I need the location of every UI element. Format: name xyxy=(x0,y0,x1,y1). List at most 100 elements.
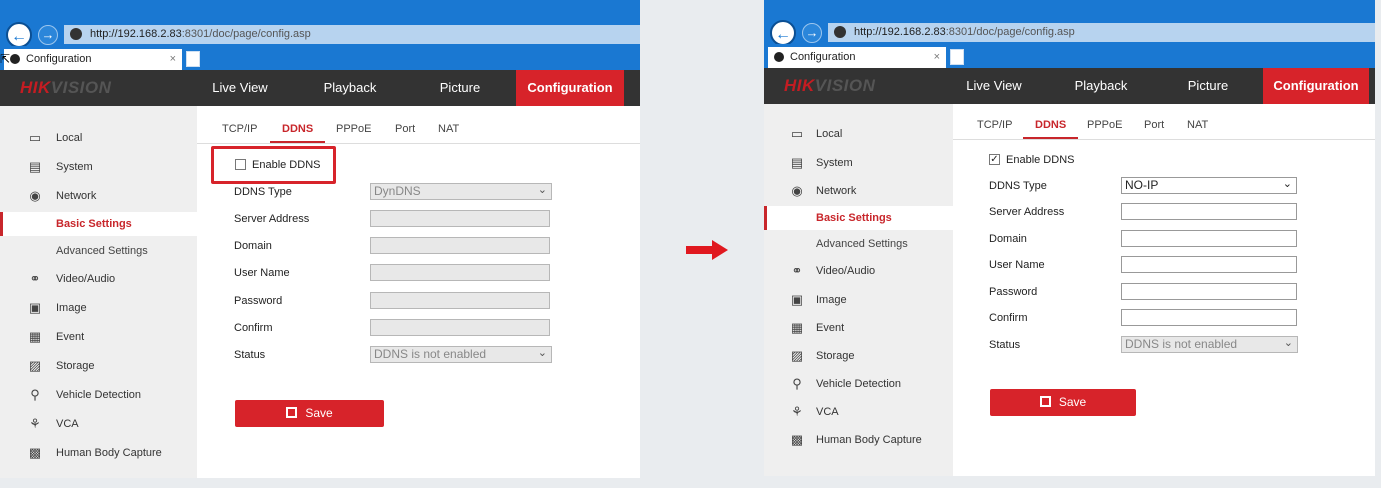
user-name-row: User Name xyxy=(197,264,640,284)
tab-close-icon[interactable]: × xyxy=(934,47,940,68)
ddns-type-select[interactable]: DynDNS ⌄ xyxy=(370,183,552,200)
url-field[interactable]: http://192.168.2.83:8301/doc/page/config… xyxy=(828,23,1375,42)
tab-close-icon[interactable]: × xyxy=(170,49,176,70)
sidebar-item-basic-settings[interactable]: Basic Settings xyxy=(764,206,953,230)
menu-configuration[interactable]: Configuration xyxy=(1263,68,1369,104)
menu-live-view[interactable]: Live View xyxy=(200,70,280,106)
save-button[interactable]: Save xyxy=(990,389,1136,416)
sidebar-item-advanced-settings[interactable]: Advanced Settings xyxy=(0,239,197,263)
domain-label: Domain xyxy=(234,240,272,252)
new-tab-icon[interactable] xyxy=(950,49,964,65)
password-row: Password xyxy=(953,283,1375,303)
app-header: HIKVISION Live View Playback Picture Con… xyxy=(764,68,1375,104)
domain-label: Domain xyxy=(989,233,1027,245)
status-label: Status xyxy=(234,349,266,361)
menu-playback[interactable]: Playback xyxy=(310,70,390,106)
password-input[interactable] xyxy=(370,292,550,309)
sidebar-item-network[interactable]: ◉ Network xyxy=(0,184,197,208)
confirm-row: Confirm xyxy=(197,319,640,339)
sidebar-item-vehicle-detection[interactable]: ⚲ Vehicle Detection xyxy=(764,372,953,396)
sidebar-item-system[interactable]: ▤ System xyxy=(764,151,953,175)
sidebar-item-vca[interactable]: ⚘ VCA xyxy=(764,400,953,424)
url-host: http://192.168.2.83 xyxy=(90,28,182,40)
status-select[interactable]: DDNS is not enabled ⌄ xyxy=(370,346,552,363)
enable-ddns-label: Enable DDNS xyxy=(1006,154,1075,166)
sidebar-item-image[interactable]: ▣ Image xyxy=(0,296,197,320)
menu-picture[interactable]: Picture xyxy=(1168,68,1248,104)
sidebar-item-human-body-capture[interactable]: ▩ Human Body Capture xyxy=(0,441,197,465)
menu-playback[interactable]: Playback xyxy=(1061,68,1141,104)
sidebar-item-storage[interactable]: ▨ Storage xyxy=(0,354,197,378)
server-address-label: Server Address xyxy=(989,206,1065,218)
forward-arrow-icon[interactable]: → xyxy=(38,25,58,45)
menu-picture[interactable]: Picture xyxy=(420,70,500,106)
server-address-row: Server Address xyxy=(953,203,1375,223)
tab-nat[interactable]: NAT xyxy=(1187,119,1208,131)
tab-pppoe[interactable]: PPPoE xyxy=(336,123,371,135)
status-row: Status DDNS is not enabled ⌄ xyxy=(197,346,640,366)
sidebar-item-system[interactable]: ▤ System xyxy=(0,155,197,179)
url-path: :8301/doc/page/config.asp xyxy=(181,28,311,40)
back-arrow-icon[interactable]: ← xyxy=(6,22,32,48)
sidebar-item-basic-settings[interactable]: Basic Settings xyxy=(0,212,197,236)
browser-address-bar: ← → http://192.168.2.83:8301/doc/page/co… xyxy=(0,22,640,48)
config-content: TCP/IP DDNS PPPoE Port NAT Enable DDNS D… xyxy=(197,106,640,478)
tab-ddns[interactable]: DDNS xyxy=(269,123,326,143)
confirm-input[interactable] xyxy=(1121,309,1297,326)
domain-input[interactable] xyxy=(1121,230,1297,247)
password-input[interactable] xyxy=(1121,283,1297,300)
sidebar-item-local[interactable]: ▭ Local xyxy=(764,122,953,146)
tab-tcp-ip[interactable]: TCP/IP xyxy=(977,119,1012,131)
sidebar-item-image[interactable]: ▣ Image xyxy=(764,288,953,312)
sidebar-item-vca[interactable]: ⚘ VCA xyxy=(0,412,197,436)
sidebar-item-video-audio[interactable]: ⚭ Video/Audio xyxy=(0,267,197,291)
domain-input[interactable] xyxy=(370,237,550,254)
tab-nat[interactable]: NAT xyxy=(438,123,459,135)
user-name-input[interactable] xyxy=(370,264,550,281)
save-button[interactable]: Save xyxy=(235,400,384,427)
new-tab-icon[interactable] xyxy=(186,51,200,67)
tab-port[interactable]: Port xyxy=(1144,119,1164,131)
sidebar-item-video-audio[interactable]: ⚭ Video/Audio xyxy=(764,259,953,283)
url-field[interactable]: http://192.168.2.83:8301/doc/page/config… xyxy=(64,25,640,44)
enable-ddns-checkbox[interactable] xyxy=(235,158,246,170)
browser-tab[interactable]: Configuration × xyxy=(768,47,946,68)
menu-configuration[interactable]: Configuration xyxy=(516,70,624,106)
tab-ddns[interactable]: DDNS xyxy=(1022,119,1079,139)
screenshot-after: ← → http://192.168.2.83:8301/doc/page/co… xyxy=(764,0,1375,476)
sidebar-item-local[interactable]: ▭ Local xyxy=(0,126,197,150)
image-icon: ▣ xyxy=(28,300,42,315)
user-name-input[interactable] xyxy=(1121,256,1297,273)
tab-title: Configuration xyxy=(790,51,856,63)
tab-pppoe[interactable]: PPPoE xyxy=(1087,119,1122,131)
server-address-input[interactable] xyxy=(1121,203,1297,220)
ddns-type-select[interactable]: NO-IP ⌄ xyxy=(1121,177,1297,194)
chevron-down-icon: ⌄ xyxy=(537,347,547,359)
sidebar-item-event[interactable]: ▦ Event xyxy=(0,325,197,349)
enable-ddns-checkbox[interactable]: ✓ xyxy=(989,153,1000,165)
sidebar-item-advanced-settings[interactable]: Advanced Settings xyxy=(764,232,953,256)
server-address-row: Server Address xyxy=(197,210,640,230)
forward-arrow-icon[interactable]: → xyxy=(802,23,822,43)
tab-favicon-icon xyxy=(774,52,784,62)
system-window-icon: ▤ xyxy=(790,155,804,170)
browser-tab[interactable]: Configuration × xyxy=(4,49,182,70)
tab-tcp-ip[interactable]: TCP/IP xyxy=(222,123,257,135)
status-select[interactable]: DDNS is not enabled ⌄ xyxy=(1121,336,1298,353)
password-label: Password xyxy=(234,295,283,307)
enable-ddns-row[interactable]: ✓ Enable DDNS xyxy=(989,150,1074,170)
sidebar-item-event[interactable]: ▦ Event xyxy=(764,316,953,340)
server-address-input[interactable] xyxy=(370,210,550,227)
enable-ddns-row[interactable]: Enable DDNS xyxy=(235,155,320,175)
back-arrow-icon[interactable]: ← xyxy=(770,20,796,46)
tab-port[interactable]: Port xyxy=(395,123,415,135)
sidebar-item-network[interactable]: ◉ Network xyxy=(764,179,953,203)
menu-live-view[interactable]: Live View xyxy=(954,68,1034,104)
confirm-input[interactable] xyxy=(370,319,550,336)
sidebar-item-vehicle-detection[interactable]: ⚲ Vehicle Detection xyxy=(0,383,197,407)
save-disk-icon: ▨ xyxy=(790,348,804,363)
confirm-row: Confirm xyxy=(953,309,1375,329)
sidebar-item-human-body-capture[interactable]: ▩ Human Body Capture xyxy=(764,428,953,452)
sidebar-item-storage[interactable]: ▨ Storage xyxy=(764,344,953,368)
person-capture-icon: ▩ xyxy=(790,432,804,447)
